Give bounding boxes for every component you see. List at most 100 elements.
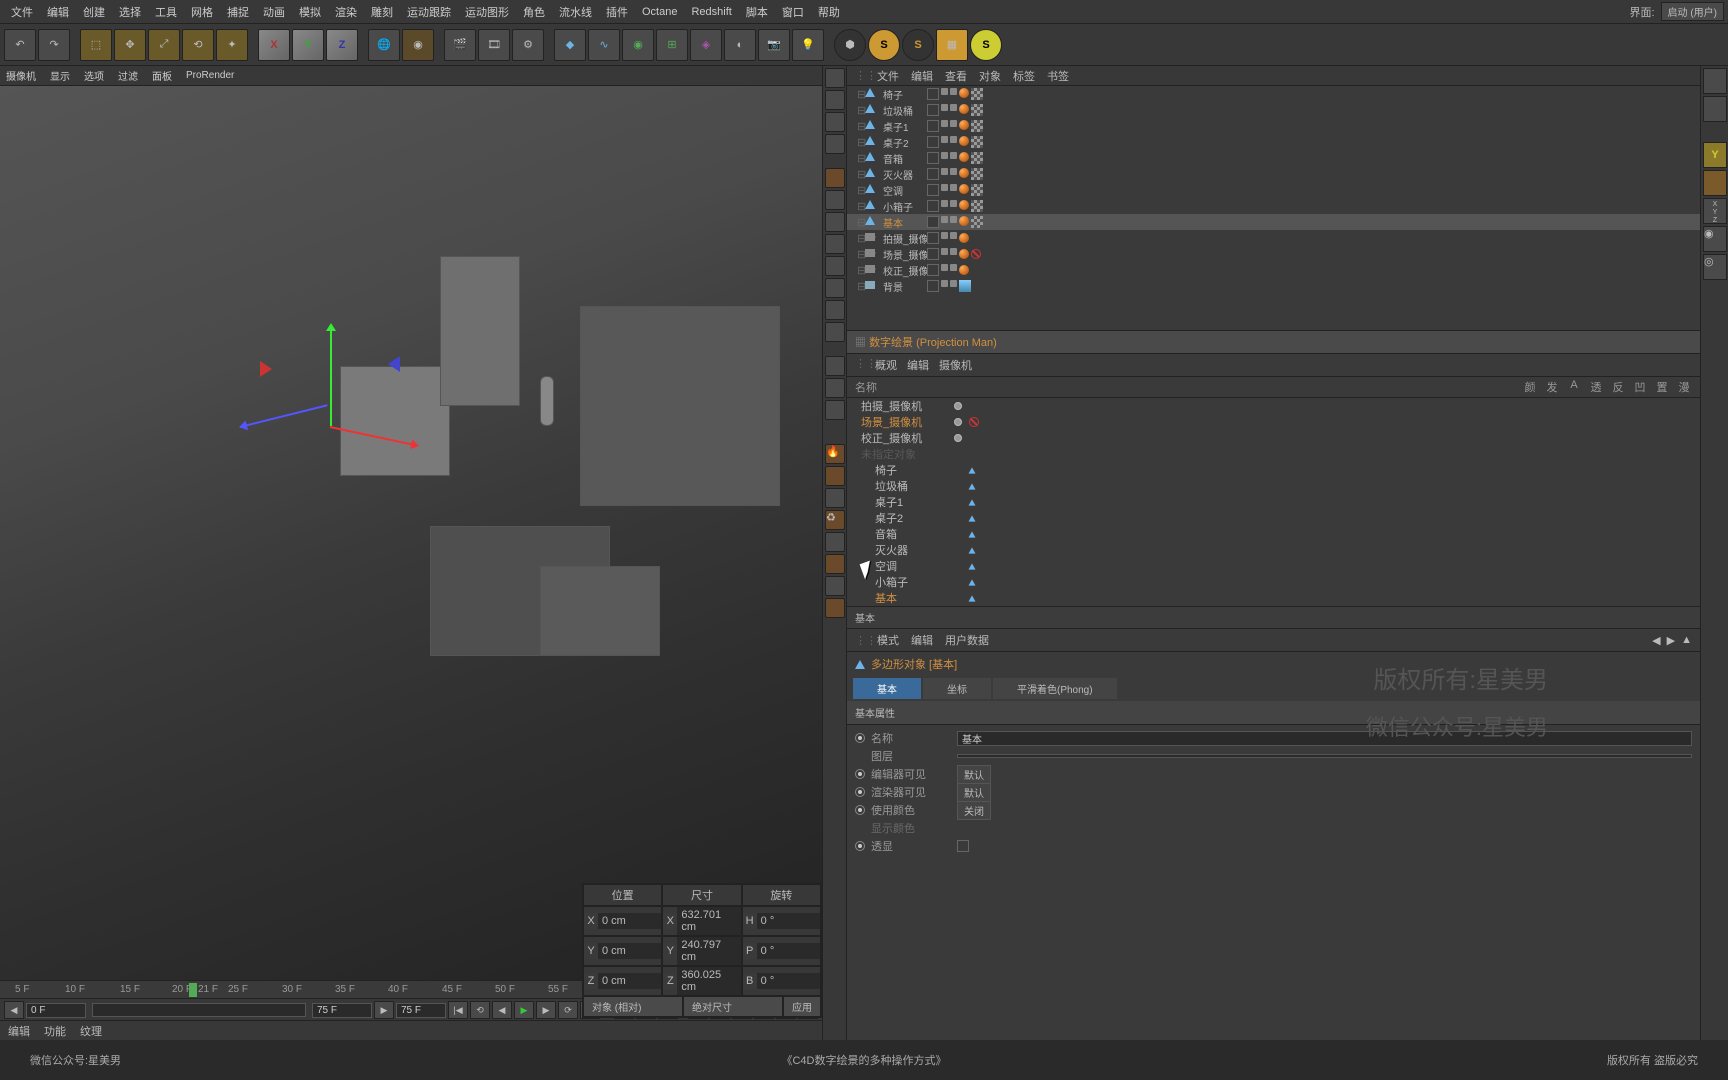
tl-play[interactable]: ▶ [514, 1001, 534, 1019]
om-tags[interactable]: 标签 [1013, 68, 1035, 84]
deformer-button[interactable]: ◈ [690, 29, 722, 61]
attr-tab-phong[interactable]: 平滑着色(Phong) [993, 678, 1117, 699]
octane-s1[interactable]: S [868, 29, 900, 61]
layout-dropdown[interactable]: 启动 (用户) [1661, 2, 1724, 21]
tex-mode-icon[interactable] [825, 300, 845, 320]
array-button[interactable]: ⊞ [656, 29, 688, 61]
object-mode-icon[interactable] [825, 190, 845, 210]
attr-up-icon[interactable]: ▲ [1681, 634, 1692, 647]
pm-tree[interactable]: 拍摄_摄像机场景_摄像机校正_摄像机未指定对象椅子垃圾桶桌子1桌子2音箱灭火器空… [847, 398, 1700, 606]
pos-x[interactable]: 0 cm [598, 913, 661, 929]
mat-func-tab[interactable]: 功能 [44, 1023, 66, 1039]
tl-nextkey[interactable]: ⟳ [558, 1001, 578, 1019]
menu-anim[interactable]: 动画 [256, 1, 292, 23]
object-row-椅子[interactable]: ⊟椅子 [847, 86, 1700, 102]
attr-tab-coord[interactable]: 坐标 [923, 678, 991, 699]
tl-prevkey[interactable]: ⟲ [470, 1001, 490, 1019]
object-row-桌子1[interactable]: ⊟桌子1 [847, 118, 1700, 134]
poly-mode-icon[interactable] [825, 278, 845, 298]
menu-help[interactable]: 帮助 [811, 1, 847, 23]
pm-obj-桌子2[interactable]: 桌子2 [847, 510, 1700, 526]
menu-snap[interactable]: 捕捉 [220, 1, 256, 23]
recycle-icon[interactable]: ♻ [825, 510, 845, 530]
attr-editor-vis[interactable]: 默认 [957, 765, 991, 784]
menu-create[interactable]: 创建 [76, 1, 112, 23]
menu-pipeline[interactable]: 流水线 [552, 1, 599, 23]
quantize-icon[interactable] [825, 378, 845, 398]
object-row-拍摄_摄像机[interactable]: ⊟拍摄_摄像机 [847, 230, 1700, 246]
mode-y-icon[interactable]: Y [1703, 142, 1727, 168]
tl-next[interactable]: ▶ [536, 1001, 556, 1019]
environment-button[interactable]: ◐ [724, 29, 756, 61]
light-button[interactable]: 💡 [792, 29, 824, 61]
mat-tex-tab[interactable]: 纹理 [80, 1023, 102, 1039]
misc-icon[interactable] [825, 488, 845, 508]
locked-icon[interactable] [825, 400, 845, 420]
edge-mode-icon[interactable] [825, 256, 845, 276]
render-pic-button[interactable]: 🎞 [478, 29, 510, 61]
pm-cam-拍摄_摄像机[interactable]: 拍摄_摄像机 [847, 398, 1700, 414]
object-row-桌子2[interactable]: ⊟桌子2 [847, 134, 1700, 150]
attr-tab-basic[interactable]: 基本 [853, 678, 921, 699]
last-tool[interactable]: ✦ [216, 29, 248, 61]
select-tool[interactable]: ⬚ [80, 29, 112, 61]
pm-cam-校正_摄像机[interactable]: 校正_摄像机 [847, 430, 1700, 446]
octane-s2[interactable]: S [902, 29, 934, 61]
menu-select[interactable]: 选择 [112, 1, 148, 23]
object-tree[interactable]: ⊟椅子⊟垃圾桶⊟桌子1⊟桌子2⊟音箱⊟灭火器⊟空调⊟小箱子⊟基本⊟拍摄_摄像机⊟… [847, 86, 1700, 330]
mode-btn-2[interactable] [1703, 96, 1727, 122]
tag3-icon[interactable] [825, 598, 845, 618]
move-tool[interactable]: ✥ [114, 29, 146, 61]
attr-mode-menu[interactable]: 模式 [877, 632, 899, 648]
mode-sphere-icon[interactable]: ◉ [1703, 226, 1727, 252]
nav-zoom-icon[interactable] [825, 90, 845, 110]
view-camera-menu[interactable]: 摄像机 [6, 68, 36, 83]
rot-b[interactable]: 0 ° [757, 973, 820, 989]
size-z[interactable]: 360.025 cm [677, 967, 740, 995]
tl-prev[interactable]: ◀ [492, 1001, 512, 1019]
tl-scroll-left[interactable]: ◀ [4, 1001, 24, 1019]
object-row-空调[interactable]: ⊟空调 [847, 182, 1700, 198]
cube-primitive-button[interactable]: ◆ [554, 29, 586, 61]
attr-fwd-icon[interactable]: ▶ [1667, 634, 1675, 647]
object-row-背景[interactable]: ⊟背景 [847, 278, 1700, 294]
pm-tab-overview[interactable]: 概观 [875, 357, 897, 373]
octane-button[interactable]: ⬢ [834, 29, 866, 61]
rot-h[interactable]: 0 ° [757, 913, 820, 929]
attr-render-vis[interactable]: 默认 [957, 783, 991, 802]
octane-settings[interactable]: ▦ [936, 29, 968, 61]
menu-mesh[interactable]: 网格 [184, 1, 220, 23]
redo-button[interactable]: ↷ [38, 29, 70, 61]
size-x[interactable]: 632.701 cm [677, 907, 740, 935]
object-row-基本[interactable]: ⊟基本 [847, 214, 1700, 230]
coord-mode-1[interactable]: 对象 (相对) [583, 996, 683, 1017]
rot-p[interactable]: 0 ° [757, 943, 820, 959]
pm-obj-音箱[interactable]: 音箱 [847, 526, 1700, 542]
menu-file[interactable]: 文件 [4, 1, 40, 23]
mode-sphere2-icon[interactable]: ◎ [1703, 254, 1727, 280]
scale-tool[interactable]: ⤢ [148, 29, 180, 61]
om-bookmarks[interactable]: 书签 [1047, 68, 1069, 84]
playhead[interactable] [189, 983, 197, 997]
attr-userdata-menu[interactable]: 用户数据 [945, 632, 989, 648]
object-row-场景_摄像机[interactable]: ⊟场景_摄像机 [847, 246, 1700, 262]
nav-rotate-icon[interactable] [825, 112, 845, 132]
menu-track[interactable]: 运动跟踪 [400, 1, 458, 23]
axis-mode-icon[interactable] [825, 212, 845, 232]
view-prorender-menu[interactable]: ProRender [186, 70, 234, 81]
coord-apply[interactable]: 应用 [783, 996, 821, 1017]
menu-plugins[interactable]: 插件 [599, 1, 635, 23]
model-mode-icon[interactable] [825, 168, 845, 188]
pm-obj-小箱子[interactable]: 小箱子 [847, 574, 1700, 590]
menu-tools[interactable]: 工具 [148, 1, 184, 23]
render-settings-button[interactable]: ⚙ [512, 29, 544, 61]
tl-cur-input[interactable] [396, 1003, 446, 1018]
menu-redshift[interactable]: Redshift [684, 3, 738, 21]
z-axis-lock[interactable]: Z [326, 29, 358, 61]
pos-y[interactable]: 0 cm [598, 943, 661, 959]
menu-render[interactable]: 渲染 [328, 1, 364, 23]
phys-icon[interactable] [825, 466, 845, 486]
pos-z[interactable]: 0 cm [598, 973, 661, 989]
pm-obj-椅子[interactable]: 椅子 [847, 462, 1700, 478]
tl-start-input[interactable] [26, 1003, 86, 1018]
